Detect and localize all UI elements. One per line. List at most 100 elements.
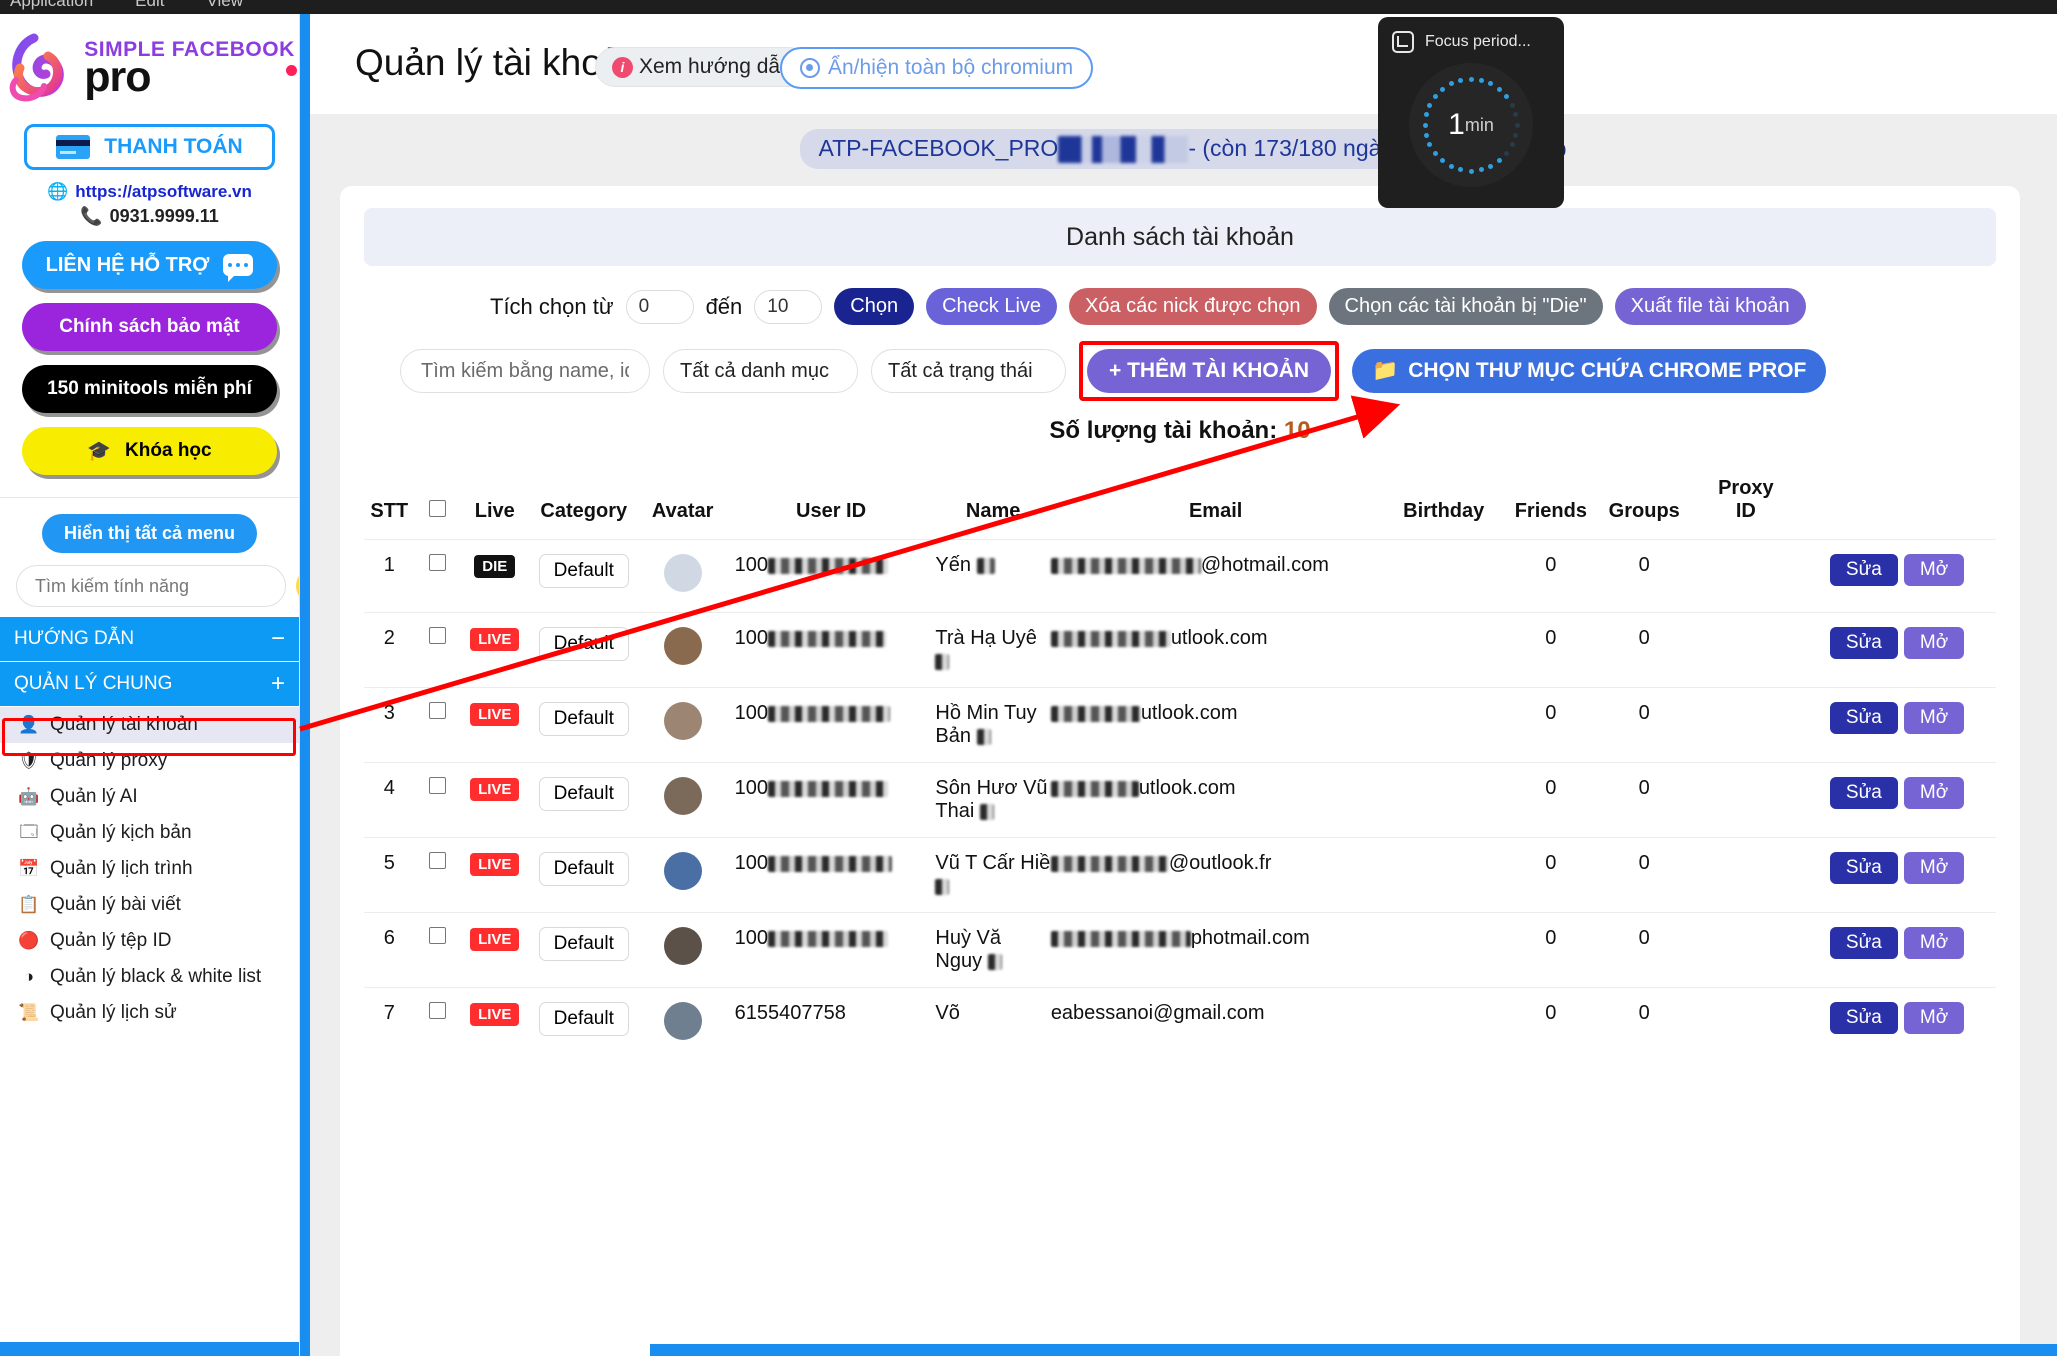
sidebar-nav-list: 👤 Quản lý tài khoản 🛡 Quản lý proxy 🤖 Quản lý… — [0, 707, 299, 1031]
category-filter-select[interactable]: Tất cả danh mục — [663, 349, 858, 393]
cell-category: Default — [528, 987, 639, 1060]
menu-view[interactable]: View — [206, 0, 243, 9]
cell-actions: Sửa Mở — [1798, 539, 1996, 613]
select-die-accounts-button[interactable]: Chọn các tài khoản bị "Die" — [1328, 288, 1603, 325]
cell-user-id: 100 — [726, 837, 936, 913]
edit-button[interactable]: Sửa — [1829, 927, 1898, 959]
sidebar-item-8[interactable]: 📜 Quản lý lịch sử — [0, 995, 299, 1031]
column-header-2: Live — [474, 500, 515, 522]
table-row[interactable]: 4 LIVE Default 100 Sôn Hươ Vũ Thai utlook.co… — [364, 762, 1996, 838]
phone-line[interactable]: 📞 0931.9999.11 — [0, 206, 299, 227]
course-button[interactable]: 🎓 Khóa học — [22, 427, 277, 475]
sidebar-item-7[interactable]: ◑ Quản lý black & white list — [0, 959, 299, 995]
sidebar-section-huong-dan[interactable]: HƯỚNG DẪN − — [0, 617, 299, 662]
table-row[interactable]: 6 LIVE Default 100 Huỳ Vă Nguy photmail.com 0… — [364, 912, 1996, 988]
open-button[interactable]: Mở — [1903, 1002, 1965, 1034]
cell-email: photmail.com — [1050, 912, 1381, 988]
open-button[interactable]: Mở — [1903, 702, 1965, 734]
choose-chrome-profile-folder-button[interactable]: 📁 CHỌN THƯ MỤC CHỨA CHROME PROF — [1352, 349, 1827, 393]
selection-toolbar: Tích chọn từ đến Chọn Check Live Xóa các… — [340, 266, 2020, 325]
cell-birthday — [1380, 539, 1507, 613]
cell-birthday — [1380, 762, 1507, 838]
show-all-menu-button[interactable]: Hiển thị tất cả menu — [41, 514, 258, 553]
category-button[interactable]: Default — [538, 777, 629, 811]
status-badge: LIVE — [470, 703, 520, 726]
edit-button[interactable]: Sửa — [1829, 852, 1898, 884]
row-checkbox[interactable] — [429, 927, 447, 944]
open-button[interactable]: Mở — [1903, 554, 1965, 586]
focus-widget-title: Focus period... — [1425, 33, 1531, 50]
sidebar-item-4[interactable]: 📅 Quản lý lịch trình — [0, 851, 299, 887]
category-button[interactable]: Default — [538, 627, 629, 661]
sidebar-item-6[interactable]: 🔴 Quản lý tệp ID — [0, 923, 299, 959]
sidebar-item-1[interactable]: 🛡 Quản lý proxy — [0, 743, 299, 779]
view-guide-button[interactable]: i Xem hướng dẫn — [595, 47, 809, 87]
category-button[interactable]: Default — [538, 852, 629, 886]
feature-search-input[interactable] — [16, 565, 286, 607]
account-count-label: Số lượng tài khoản: — [1049, 417, 1278, 444]
table-row[interactable]: 5 LIVE Default 100 Vũ T Cấr Hiề @outlook.fr 0… — [364, 837, 1996, 913]
feature-search-row: 🔍 ✕ — [0, 553, 299, 617]
search-input[interactable] — [400, 349, 650, 393]
table-body: 1 DIE Default 100 Yến @hotmail.com 0 0 Sửa Mở 2 LI… — [364, 539, 1996, 1060]
edit-button[interactable]: Sửa — [1829, 1002, 1898, 1034]
edit-button[interactable]: Sửa — [1829, 777, 1898, 809]
privacy-policy-button[interactable]: Chính sách bảo mật — [22, 303, 277, 351]
select-all-checkbox[interactable] — [429, 500, 447, 517]
category-button[interactable]: Default — [538, 927, 629, 961]
delete-selected-button[interactable]: Xóa các nick được chọn — [1069, 288, 1317, 325]
row-checkbox[interactable] — [429, 1002, 447, 1019]
status-filter-select[interactable]: Tất cả trạng thái — [871, 349, 1066, 393]
sidebar-item-2[interactable]: 🤖 Quản lý AI — [0, 779, 299, 815]
cell-stt: 4 — [364, 762, 415, 838]
minitools-button[interactable]: 150 minitools miễn phí — [22, 365, 277, 413]
support-button[interactable]: LIÊN HỆ HỖ TRỢ — [22, 241, 277, 289]
export-accounts-button[interactable]: Xuất file tài khoản — [1614, 288, 1806, 325]
menu-edit[interactable]: Edit — [135, 0, 164, 9]
website-link[interactable]: 🌐 https://atpsoftware.vn — [0, 182, 299, 202]
category-button[interactable]: Default — [538, 554, 629, 588]
sidebar-item-3[interactable]: 🗔 Quản lý kịch bản — [0, 815, 299, 851]
choose-button[interactable]: Chọn — [834, 288, 915, 325]
open-button[interactable]: Mở — [1903, 927, 1965, 959]
column-header-10: Groups — [1608, 500, 1680, 522]
open-button[interactable]: Mở — [1903, 852, 1965, 884]
avatar — [663, 852, 702, 890]
row-checkbox[interactable] — [429, 627, 447, 644]
row-checkbox[interactable] — [429, 852, 447, 869]
toggle-chromium-button[interactable]: Ẩn/hiện toàn bộ chromium — [780, 47, 1094, 89]
redacted-text — [935, 878, 950, 895]
row-checkbox[interactable] — [429, 554, 447, 571]
select-from-input[interactable] — [625, 289, 694, 324]
edit-button[interactable]: Sửa — [1829, 627, 1898, 659]
redacted-text — [1050, 855, 1169, 872]
payment-button[interactable]: THANH TOÁN — [24, 124, 275, 170]
column-header-12 — [1798, 467, 1996, 540]
open-button[interactable]: Mở — [1903, 777, 1965, 809]
license-badge[interactable]: ATP-FACEBOOK_PROxxxxxxx- (còn 173/180 ng… — [800, 128, 1419, 170]
focus-period-widget[interactable]: Focus period... 1 min — [1378, 17, 1564, 208]
redacted-text — [935, 653, 950, 670]
open-button[interactable]: Mở — [1903, 627, 1965, 659]
row-checkbox[interactable] — [429, 777, 447, 794]
table-row[interactable]: 7 LIVE Default 6155407758 Võ eabessanoi@gmai… — [364, 987, 1996, 1060]
support-button-label: LIÊN HỆ HỖ TRỢ — [45, 253, 210, 276]
category-button[interactable]: Default — [538, 702, 629, 736]
edit-button[interactable]: Sửa — [1829, 554, 1898, 586]
table-row[interactable]: 3 LIVE Default 100 Hồ Min Tuy Bản utlook.com… — [364, 687, 1996, 763]
sidebar-item-5[interactable]: 📋 Quản lý bài viết — [0, 887, 299, 923]
table-row[interactable]: 2 LIVE Default 100 Trà Hạ Uyê utlook.com 0 0 Sử… — [364, 612, 1996, 688]
sidebar-item-icon: 🔴 — [18, 931, 40, 950]
menu-application[interactable]: Application — [10, 0, 93, 9]
logo-line-2: pro — [84, 56, 297, 99]
category-button[interactable]: Default — [538, 1002, 629, 1036]
row-checkbox[interactable] — [429, 702, 447, 719]
table-row[interactable]: 1 DIE Default 100 Yến @hotmail.com 0 0 Sửa Mở — [364, 539, 1996, 613]
check-live-button[interactable]: Check Live — [926, 288, 1058, 325]
sidebar-item-0[interactable]: 👤 Quản lý tài khoản — [0, 707, 299, 743]
sidebar-section-quan-ly-chung[interactable]: QUẢN LÝ CHUNG + — [0, 662, 299, 707]
cell-name: Trà Hạ Uyê — [935, 612, 1051, 688]
edit-button[interactable]: Sửa — [1829, 702, 1898, 734]
add-account-button[interactable]: + THÊM TÀI KHOẢN — [1087, 349, 1332, 393]
select-to-input[interactable] — [754, 289, 823, 324]
